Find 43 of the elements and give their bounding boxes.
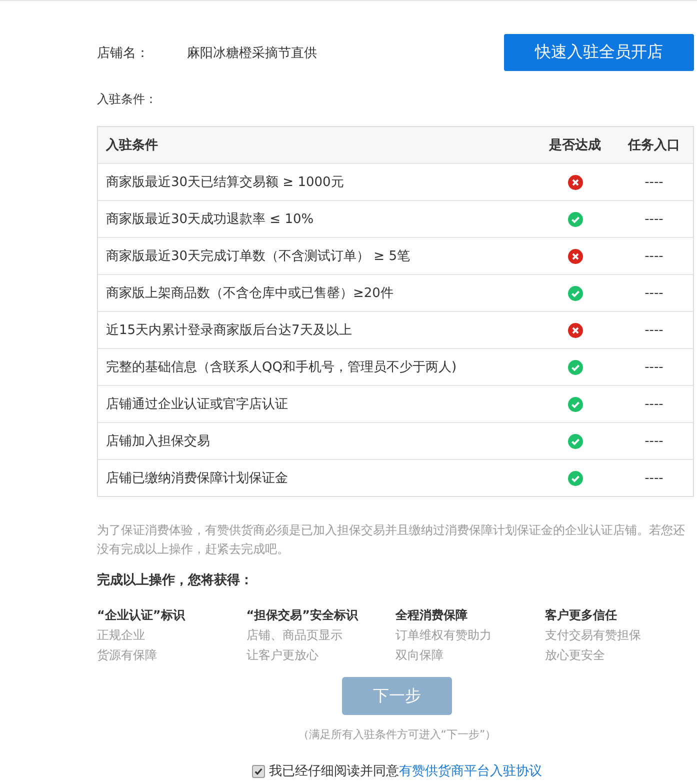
task-entry: ----	[644, 322, 664, 338]
conditions-label: 入驻条件：	[97, 91, 158, 108]
benefit-line: 双向保障	[396, 647, 444, 664]
task-entry: ----	[644, 212, 664, 226]
shop-name: 麻阳冰糖橙采摘节直供	[187, 44, 318, 62]
agreement-text: 我已经仔细阅读并同意	[269, 763, 399, 780]
task-entry: ----	[644, 396, 664, 412]
condition-text: 商家版最近30天完成订单数（不含测试订单） ≥ 5笔	[105, 248, 411, 265]
benefit-title: “企业认证”标识	[97, 607, 186, 624]
quick-join-button[interactable]: 快速入驻全员开店	[504, 34, 694, 71]
condition-text: 商家版上架商品数（不含仓库中或已售罄）≥20件	[105, 285, 394, 302]
task-entry: ----	[644, 286, 664, 300]
condition-text: 完整的基础信息（含联系人QQ和手机号，管理员不少于两人)	[105, 359, 458, 376]
condition-text: 店铺加入担保交易	[105, 433, 211, 450]
benefit-line: 货源有保障	[97, 647, 158, 664]
notice-text: 为了保证消费体验，有赞供货商必须是已加入担保交易并且缴纳过消费保障计划保证金的企业认证店铺。若您还没有完成以上操作，赶紧去完成吧。	[97, 522, 686, 558]
benefit-title: 全程消费保障	[396, 607, 468, 624]
benefit-line: 正规企业	[97, 627, 146, 644]
benefit-line: 让客户更放心	[246, 647, 320, 664]
column-header: 入驻条件	[104, 136, 159, 154]
condition-text: 近15天内累计登录商家版后台达7天及以上	[105, 322, 353, 339]
benefits-title: 完成以上操作，您将获得：	[97, 572, 254, 589]
agreement-link[interactable]: 有赞供货商平台入驻协议	[399, 762, 542, 780]
agreement-checkbox[interactable]	[252, 764, 265, 778]
condition-text: 商家版最近30天已结算交易额 ≥ 1000元	[105, 174, 345, 191]
benefit-line: 订单维权有赞助力	[396, 627, 492, 644]
task-entry: ----	[644, 470, 664, 486]
benefit-title: “担保交易”安全标识	[246, 607, 360, 624]
condition-text: 店铺通过企业认证或官字店认证	[105, 396, 289, 413]
task-entry: ----	[644, 360, 664, 374]
column-header: 任务入口	[626, 136, 681, 154]
benefit-title: 客户更多信任	[544, 607, 618, 624]
benefit-line: 店铺、商品页显示	[246, 627, 344, 644]
benefit-line: 支付交易有赞担保	[544, 627, 642, 644]
shop-name-label: 店铺名：	[97, 44, 150, 62]
benefit-line: 放心更安全	[544, 647, 606, 664]
task-entry: ----	[644, 248, 664, 264]
task-entry: ----	[644, 434, 664, 448]
task-entry: ----	[644, 174, 664, 190]
condition-text: 商家版最近30天成功退款率 ≤ 10%	[105, 211, 315, 228]
next-hint: （满足所有入驻条件方可进入“下一步”）	[298, 727, 496, 742]
column-header: 是否达成	[548, 137, 602, 154]
condition-text: 店铺已缴纳消费保障计划保证金	[105, 470, 289, 487]
